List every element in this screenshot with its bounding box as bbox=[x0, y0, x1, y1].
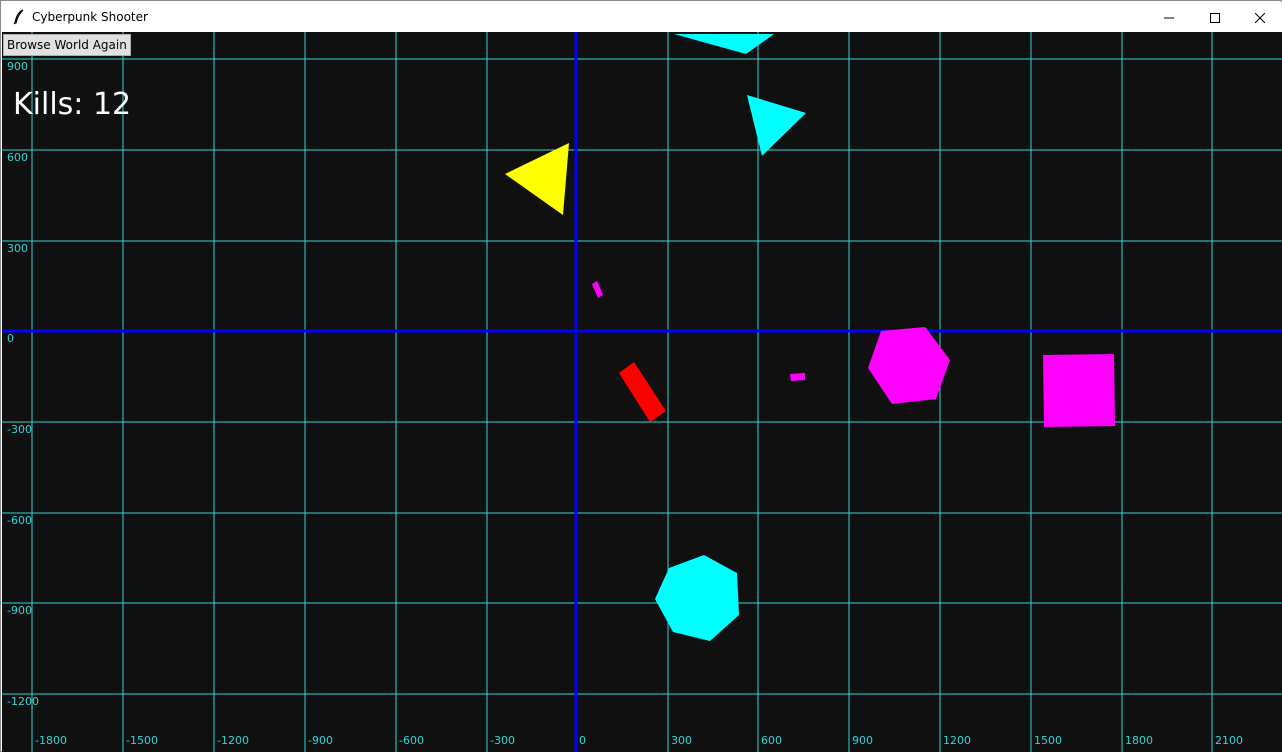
x-tick-label: -1500 bbox=[126, 734, 158, 747]
x-tick-label: 900 bbox=[852, 734, 873, 747]
x-tick-label: 1800 bbox=[1125, 734, 1153, 747]
game-window: Cyberpunk Shooter -1800 -1500 -1200 -900 -60… bbox=[0, 0, 1282, 752]
x-tick-label: 0 bbox=[579, 734, 586, 747]
game-canvas[interactable]: -1800 -1500 -1200 -900 -600 -300 0 300 600 900 120… bbox=[2, 32, 1282, 752]
y-tick-label: -1200 bbox=[7, 695, 39, 708]
y-tick-label: -900 bbox=[7, 604, 32, 617]
close-button[interactable] bbox=[1237, 3, 1282, 32]
x-tick-label: -1200 bbox=[217, 734, 249, 747]
browse-world-again-button[interactable]: Browse World Again bbox=[3, 34, 131, 56]
y-tick-label: 0 bbox=[7, 332, 14, 345]
yellow-triangle-enemy bbox=[505, 143, 569, 215]
x-tick-label: 300 bbox=[671, 734, 692, 747]
minimize-icon bbox=[1164, 17, 1174, 18]
magenta-hexagon-enemy bbox=[868, 327, 950, 404]
feather-icon bbox=[13, 9, 24, 25]
kills-counter: Kills: 12 bbox=[13, 87, 132, 122]
maximize-button[interactable] bbox=[1192, 3, 1238, 32]
red-player-ship bbox=[619, 362, 666, 422]
window-title: Cyberpunk Shooter bbox=[32, 10, 148, 24]
y-tick-label: 600 bbox=[7, 151, 28, 164]
maximize-icon bbox=[1210, 12, 1220, 23]
y-tick-label: 900 bbox=[7, 60, 28, 73]
cyan-triangle-enemy bbox=[747, 95, 806, 156]
world-grid: -1800 -1500 -1200 -900 -600 -300 0 300 600 900 120… bbox=[2, 32, 1282, 752]
x-tick-label: -900 bbox=[308, 734, 333, 747]
x-tick-label: 1200 bbox=[943, 734, 971, 747]
minimize-button[interactable] bbox=[1146, 3, 1192, 32]
title-bar[interactable]: Cyberpunk Shooter bbox=[2, 2, 1282, 32]
y-tick-label: 300 bbox=[7, 242, 28, 255]
magenta-bullet bbox=[592, 281, 603, 298]
y-tick-label: -600 bbox=[7, 514, 32, 527]
magenta-square-enemy bbox=[1043, 354, 1115, 427]
x-tick-label: -600 bbox=[399, 734, 424, 747]
magenta-bullet bbox=[790, 373, 805, 381]
x-tick-label: -300 bbox=[490, 734, 515, 747]
x-tick-label: 600 bbox=[761, 734, 782, 747]
x-tick-label: 1500 bbox=[1034, 734, 1062, 747]
cyan-triangle-enemy-top bbox=[674, 34, 774, 54]
x-tick-label: -1800 bbox=[35, 734, 67, 747]
y-tick-label: -300 bbox=[7, 423, 32, 436]
x-tick-label: 2100 bbox=[1215, 734, 1243, 747]
close-icon bbox=[1255, 12, 1265, 23]
